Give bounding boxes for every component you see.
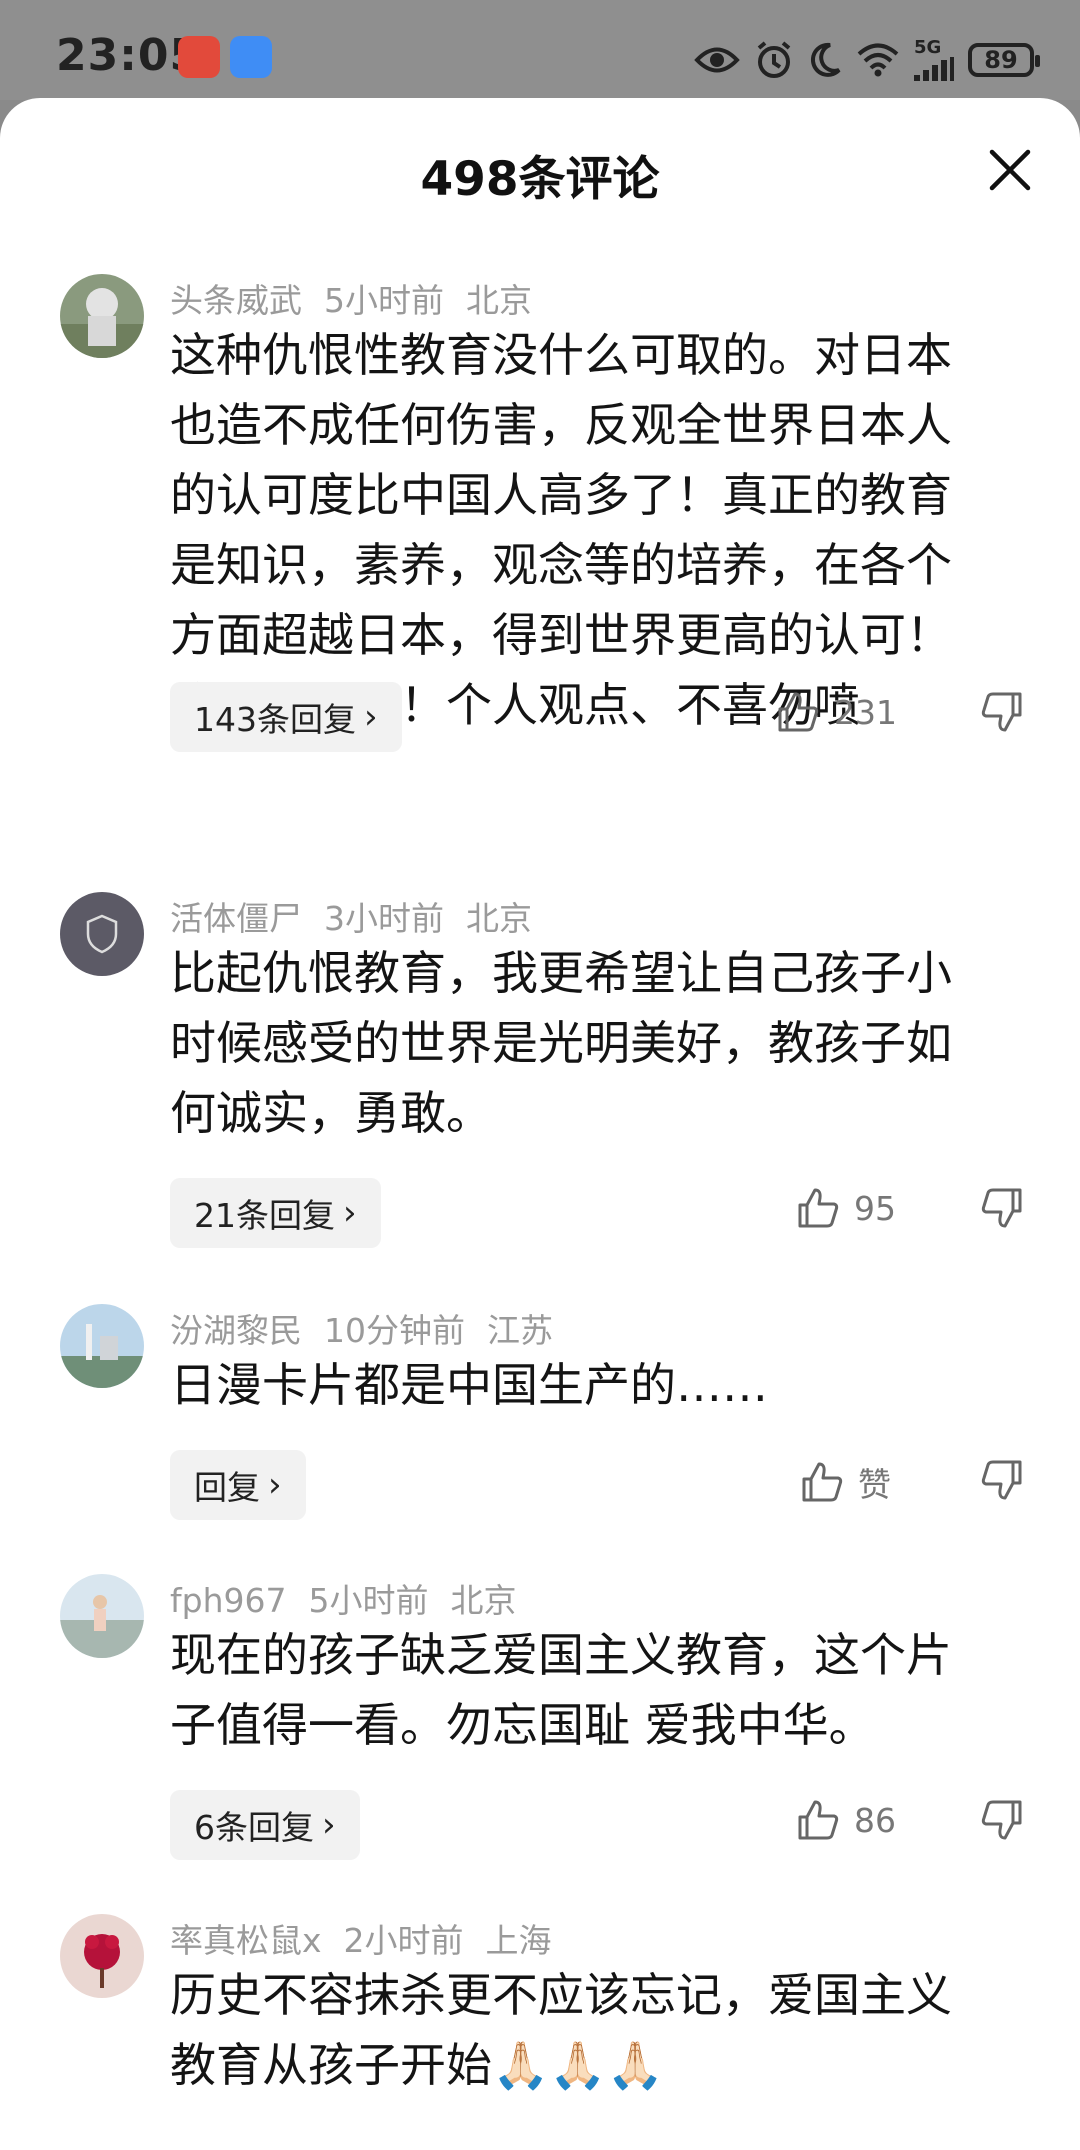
thumbs-up-icon [798,1188,839,1228]
comment-text: 现在的孩子缺乏爱国主义教育，这个片 子值得一看。勿忘国耻 爱我中华。 [170,1628,952,1752]
battery-level: 89 [984,46,1018,74]
comment-username[interactable]: 头条威武 [170,281,302,320]
thumbs-down-icon[interactable] [980,1186,1024,1230]
avatar[interactable] [60,1914,144,1998]
battery-icon: 89 [968,43,1040,77]
comment-text: 这种仇恨性教育没什么可取的。对日本 也造不成任何伤害，反观全世界日本人 的认可度… [170,328,952,732]
avatar[interactable] [60,892,144,976]
comment-meta: 活体僵尸 3小时前 北京 [170,892,554,940]
comments-sheet: 498条评论 头条威武 5小时前 北京 这种仇恨性教育没什么可取的。对日本 也造不成… [0,98,1080,2150]
thumbs-down-icon[interactable] [980,1798,1024,1842]
avatar[interactable] [60,274,144,358]
replies-count: 21条回复 [194,1196,335,1235]
avatar[interactable] [60,1574,144,1658]
view-replies-button[interactable]: 回复 › [170,1450,306,1520]
chevron-right-icon: › [364,697,378,737]
replies-count: 143条回复 [194,700,356,739]
replies-label: 回复 [194,1468,260,1507]
comment-text: 日漫卡片都是中国生产的…… [170,1358,768,1412]
comment-meta: 头条威武 5小时前 北京 [170,274,554,322]
like-count: 86 [854,1800,896,1840]
moon-icon [810,42,841,77]
comment-location: 上海 [485,1921,552,1960]
chevron-right-icon: › [343,1193,357,1233]
wifi-icon [857,43,899,77]
comment-username[interactable]: 汾湖黎民 [170,1311,302,1350]
status-bar: 23:05 5G 89 [0,0,1080,100]
like-count: 95 [854,1188,896,1228]
like-button[interactable]: 赞 [800,1458,891,1506]
thumbs-up-icon [778,692,819,732]
notification-app-icon [178,36,220,78]
network-label: 5G [914,37,942,58]
chevron-right-icon: › [322,1805,336,1845]
like-button[interactable]: 95 [796,1186,896,1230]
signal-icon [914,57,954,81]
comment-username[interactable]: 率真松鼠x [170,1921,322,1960]
view-replies-button[interactable]: 6条回复 › [170,1790,360,1860]
comment-location: 江苏 [487,1311,553,1350]
thumbs-up-icon [798,1800,839,1840]
comment-username[interactable]: fph967 [170,1581,286,1620]
close-icon[interactable] [986,146,1034,194]
comment-time: 5小时前 [324,281,444,320]
sheet-title: 498条评论 [420,152,660,207]
like-button[interactable]: 231 [776,690,897,734]
like-label: 赞 [858,1465,891,1504]
comment-text: 比起仇恨教育，我更希望让自己孩子小 时候感受的世界是光明美好，教孩子如 何诚实，… [170,946,952,1140]
thumbs-down-icon[interactable] [980,1458,1024,1502]
comment-location: 北京 [466,281,532,320]
like-button[interactable]: 86 [796,1798,896,1842]
comment-username[interactable]: 活体僵尸 [170,899,302,938]
comment-time: 10分钟前 [324,1311,465,1350]
thumbs-down-icon[interactable] [980,690,1024,734]
comment-meta: 汾湖黎民 10分钟前 江苏 [170,1304,575,1352]
view-replies-button[interactable]: 21条回复 › [170,1178,381,1248]
comment-meta: 率真松鼠x 2小时前 上海 [170,1914,574,1962]
comment-time: 3小时前 [324,899,444,938]
avatar[interactable] [60,1304,144,1388]
chevron-right-icon: › [268,1465,282,1505]
notification-app-icon [230,36,272,78]
comment-time: 2小时前 [343,1921,464,1960]
comment-time: 5小时前 [308,1581,429,1620]
comment-location: 北京 [450,1581,517,1620]
comment-meta: fph967 5小时前 北京 [170,1574,538,1622]
like-count: 231 [834,692,897,732]
comment-text: 历史不容抹杀更不应该忘记，爱国主义 教育从孩子开始🙏🏻🙏🏻🙏🏻 [170,1968,952,2092]
thumbs-up-icon [802,1462,843,1502]
eye-icon [694,47,740,73]
replies-count: 6条回复 [194,1808,314,1847]
signal-indicator: 5G [914,39,954,81]
alarm-icon [757,41,791,78]
comment-location: 北京 [466,899,532,938]
view-replies-button[interactable]: 143条回复 › [170,682,402,752]
